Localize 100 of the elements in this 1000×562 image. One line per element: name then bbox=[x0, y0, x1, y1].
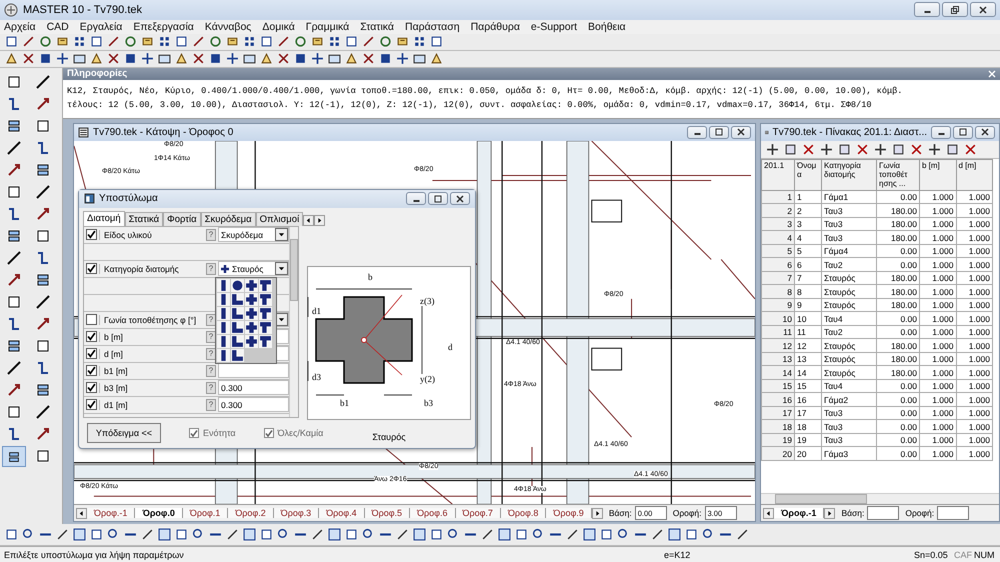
window-icon[interactable] bbox=[73, 528, 86, 542]
checkbox[interactable] bbox=[86, 348, 97, 360]
grid-icon[interactable] bbox=[328, 35, 341, 48]
menu-item[interactable]: Αρχεία bbox=[4, 20, 36, 33]
minimize-button[interactable] bbox=[406, 192, 426, 206]
menu-item[interactable]: Εργαλεία bbox=[80, 20, 122, 33]
window-icon[interactable] bbox=[73, 52, 86, 66]
triangle-icon[interactable] bbox=[345, 52, 358, 66]
floor-tab[interactable]: Όροφ.-1 bbox=[87, 508, 136, 518]
window-icon[interactable] bbox=[498, 528, 511, 542]
triangle-icon[interactable] bbox=[430, 52, 443, 66]
grid-icon[interactable] bbox=[73, 35, 86, 48]
window-icon[interactable] bbox=[413, 52, 426, 66]
scroll-right-button[interactable] bbox=[592, 508, 603, 519]
input-field[interactable] bbox=[867, 506, 900, 520]
dialog-tab[interactable]: Διατομή bbox=[83, 210, 125, 226]
section-shape-icon[interactable] bbox=[217, 348, 230, 362]
line-icon[interactable] bbox=[396, 528, 409, 542]
section-shape-icon[interactable] bbox=[217, 306, 230, 320]
help-button[interactable]: ? bbox=[206, 348, 216, 360]
menu-item[interactable]: Γραμμικά bbox=[306, 20, 350, 33]
triangle-icon[interactable] bbox=[175, 52, 188, 66]
circle-icon[interactable] bbox=[379, 35, 392, 48]
folder-icon[interactable] bbox=[311, 35, 324, 48]
shape-picker-menu[interactable] bbox=[215, 276, 277, 364]
grid-icon[interactable] bbox=[413, 35, 426, 48]
floor-tab[interactable]: Όροφ.9 bbox=[546, 508, 592, 518]
dialog-tab[interactable]: Φορτία bbox=[163, 212, 201, 226]
close-button[interactable] bbox=[975, 126, 995, 139]
window-icon[interactable] bbox=[328, 52, 341, 66]
menu-item[interactable]: CAD bbox=[46, 20, 69, 33]
menu-item[interactable]: Παράσταση bbox=[404, 20, 460, 33]
window-icon[interactable] bbox=[243, 52, 256, 66]
scrollbar[interactable] bbox=[289, 226, 298, 417]
column-header[interactable]: d [m] bbox=[956, 159, 992, 190]
triangle-icon[interactable] bbox=[5, 52, 18, 66]
section-shape-icon[interactable] bbox=[259, 278, 272, 292]
floor-tab[interactable]: Όροφ.0 bbox=[135, 508, 183, 518]
section-shape-icon[interactable] bbox=[231, 348, 244, 362]
line-icon[interactable] bbox=[226, 528, 239, 542]
minimize-button[interactable] bbox=[687, 126, 707, 139]
line-icon[interactable] bbox=[192, 35, 205, 48]
menu-item[interactable]: e-Support bbox=[530, 20, 578, 33]
floor-tab[interactable]: Όροφ.5 bbox=[364, 508, 410, 518]
column-header[interactable]: Κατηγορία διατομής bbox=[822, 159, 876, 190]
help-button[interactable]: ? bbox=[206, 382, 216, 394]
close-button[interactable] bbox=[970, 2, 996, 18]
section-shape-icon[interactable] bbox=[259, 292, 272, 306]
section-shape-icon[interactable] bbox=[245, 306, 258, 320]
input-field[interactable]: 0.300 bbox=[218, 380, 289, 396]
folder-icon[interactable] bbox=[56, 35, 69, 48]
input-field[interactable] bbox=[937, 506, 970, 520]
maximize-button[interactable] bbox=[709, 126, 729, 139]
section-shape-icon[interactable] bbox=[245, 278, 258, 292]
section-shape-icon[interactable] bbox=[231, 278, 244, 292]
sample-button[interactable]: Υπόδειγμα << bbox=[87, 422, 161, 443]
checkbox[interactable] bbox=[86, 382, 97, 394]
floor-tab[interactable]: Όροφ.7 bbox=[456, 508, 501, 518]
checkbox[interactable] bbox=[86, 314, 97, 326]
help-button[interactable]: ? bbox=[206, 398, 216, 411]
scrollbar[interactable] bbox=[761, 493, 999, 504]
line-icon[interactable] bbox=[141, 528, 154, 542]
section-shape-icon[interactable] bbox=[245, 320, 258, 334]
minimize-button[interactable] bbox=[931, 126, 951, 139]
checkbox[interactable] bbox=[86, 263, 97, 274]
column-header[interactable]: 201.1 bbox=[762, 159, 794, 190]
scroll-right-button[interactable] bbox=[824, 508, 836, 519]
checkbox[interactable] bbox=[86, 331, 97, 342]
window-icon[interactable] bbox=[243, 528, 256, 542]
toolbar-button[interactable] bbox=[2, 446, 26, 467]
close-button[interactable] bbox=[450, 192, 470, 206]
grid-icon[interactable] bbox=[243, 35, 256, 48]
circle-icon[interactable] bbox=[39, 35, 52, 48]
line-icon[interactable] bbox=[22, 35, 35, 48]
close-icon[interactable] bbox=[988, 70, 996, 78]
line-icon[interactable] bbox=[56, 528, 69, 542]
section-shape-icon[interactable] bbox=[259, 320, 272, 334]
dropdown-field[interactable]: Σκυρόδεμα bbox=[218, 227, 289, 242]
dialog-tab[interactable]: Σκυρόδεμα bbox=[200, 212, 256, 226]
section-shape-icon[interactable] bbox=[217, 292, 230, 306]
line-icon[interactable] bbox=[107, 35, 120, 48]
window-icon[interactable] bbox=[413, 528, 426, 542]
dropdown-field[interactable]: Σταυρός bbox=[218, 261, 289, 276]
folder-icon[interactable] bbox=[141, 35, 154, 48]
line-icon[interactable] bbox=[362, 35, 375, 48]
section-shape-icon[interactable] bbox=[231, 292, 244, 306]
section-shape-icon[interactable] bbox=[217, 278, 230, 292]
window-icon[interactable] bbox=[158, 528, 171, 542]
section-shape-icon[interactable] bbox=[217, 320, 230, 334]
menu-item[interactable]: Δομικά bbox=[262, 20, 295, 33]
restore-button[interactable] bbox=[942, 2, 968, 18]
floor-tab[interactable]: Όροφ.6 bbox=[410, 508, 456, 518]
section-shape-icon[interactable] bbox=[217, 334, 230, 348]
floor-tab[interactable]: Όροφ.-1 bbox=[774, 508, 824, 518]
input-field[interactable] bbox=[218, 363, 289, 378]
section-shape-icon[interactable] bbox=[231, 320, 244, 334]
minimize-button[interactable] bbox=[914, 2, 940, 18]
window-icon[interactable] bbox=[583, 528, 596, 542]
maximize-button[interactable] bbox=[428, 192, 448, 206]
column-header[interactable]: Γωνία τοποθέτ ησης ... bbox=[876, 159, 920, 190]
